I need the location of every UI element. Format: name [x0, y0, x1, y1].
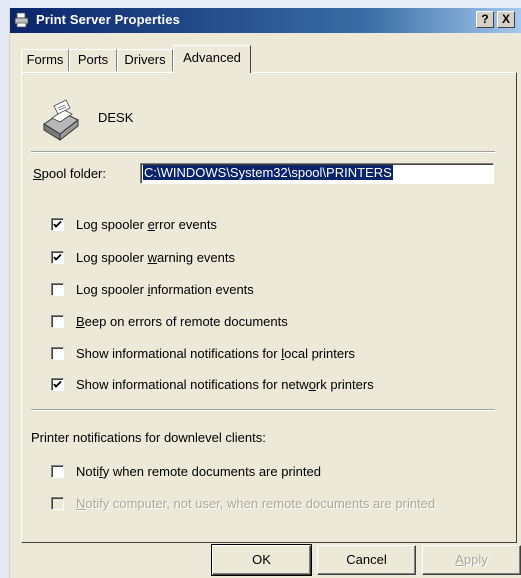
spool-folder-label: Spool folder: — [33, 166, 106, 181]
spool-folder-input[interactable]: C:\WINDOWS\System32\spool\PRINTERS — [140, 163, 494, 184]
checkmark-icon — [53, 220, 62, 228]
log-information-events-checkbox[interactable] — [51, 283, 64, 296]
log-error-events-checkbox[interactable] — [51, 218, 64, 231]
apply-button: Apply — [422, 545, 521, 575]
close-button[interactable]: X — [497, 11, 515, 28]
downlevel-heading: Printer notifications for downlevel clie… — [31, 430, 266, 445]
notify-remote-printed-checkbox[interactable] — [51, 465, 64, 478]
print-server-properties-dialog: Print Server Properties ? X Forms Ports … — [9, 8, 521, 578]
tab-drivers[interactable]: Drivers — [117, 49, 173, 71]
log-warning-events-checkbox[interactable] — [51, 251, 64, 264]
notify-computer-checkbox — [51, 497, 64, 510]
printer-icon — [14, 12, 29, 28]
checkmark-icon — [53, 253, 62, 261]
tab-advanced[interactable]: Advanced — [173, 45, 251, 73]
divider-middle — [31, 409, 495, 411]
beep-on-errors-label: Beep on errors of remote documents — [76, 314, 288, 329]
tab-forms-label: Forms — [26, 52, 64, 67]
notify-network-printers-label: Show informational notifications for net… — [76, 377, 374, 392]
tab-ports-label: Ports — [77, 52, 109, 67]
tab-ports[interactable]: Ports — [69, 49, 117, 71]
tab-drivers-label: Drivers — [124, 52, 166, 67]
title-bar[interactable]: Print Server Properties ? X — [10, 8, 521, 33]
log-information-events-label: Log spooler information events — [76, 282, 254, 297]
notify-computer-label: Notify computer, not user, when remote d… — [76, 496, 436, 511]
checkmark-icon — [53, 380, 62, 388]
notify-network-printers-checkbox[interactable] — [51, 378, 64, 391]
beep-on-errors-checkbox[interactable] — [51, 315, 64, 328]
tab-advanced-label: Advanced — [183, 50, 241, 65]
ok-button[interactable]: OK — [211, 544, 312, 576]
notify-remote-printed-label: Notify when remote documents are printed — [76, 464, 321, 479]
divider-top — [31, 151, 495, 153]
print-server-icon — [43, 99, 79, 142]
cancel-button[interactable]: Cancel — [317, 545, 416, 575]
help-button[interactable]: ? — [476, 11, 494, 28]
log-error-events-label: Log spooler error events — [76, 217, 217, 232]
notify-local-printers-label: Show informational notifications for loc… — [76, 346, 355, 361]
window-title: Print Server Properties — [36, 12, 180, 27]
background-strip — [0, 0, 521, 8]
log-warning-events-label: Log spooler warning events — [76, 250, 236, 265]
tab-forms[interactable]: Forms — [21, 49, 69, 71]
server-name: DESK — [98, 110, 134, 125]
spool-folder-value: C:\WINDOWS\System32\spool\PRINTERS — [143, 165, 393, 180]
notify-local-printers-checkbox[interactable] — [51, 347, 64, 360]
